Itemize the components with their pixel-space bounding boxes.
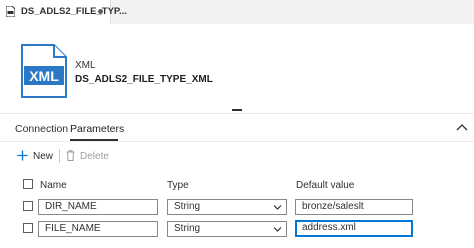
chevron-down-icon <box>273 227 282 232</box>
tabs-divider <box>0 141 474 142</box>
delete-parameter-button[interactable]: Delete <box>66 150 110 164</box>
default-value-input[interactable]: bronze/saleslt <box>295 199 413 215</box>
select-all-checkbox[interactable] <box>23 179 33 189</box>
tab-connection[interactable]: Connection <box>15 123 68 135</box>
row-checkbox[interactable] <box>23 201 33 211</box>
dataset-type-label: XML <box>75 60 96 71</box>
dataset-name: DS_ADLS2_FILE_TYPE_XML <box>75 74 213 85</box>
column-header-type: Type <box>167 180 189 191</box>
plus-icon <box>17 150 28 161</box>
unsaved-indicator-icon <box>98 9 103 14</box>
parameter-type-select[interactable]: String <box>167 199 287 215</box>
toolbar-separator <box>59 149 60 163</box>
dataset-tab-icon <box>6 6 15 17</box>
chevron-up-icon[interactable] <box>456 123 468 133</box>
xml-icon-text: XML <box>29 68 59 84</box>
document-tab-bar: DS_ADLS2_FILE_TYP... <box>0 0 474 24</box>
column-header-default-value: Default value <box>296 180 355 191</box>
parameter-name-input[interactable]: DIR_NAME <box>38 199 158 215</box>
row-checkbox[interactable] <box>23 223 33 233</box>
new-parameter-button[interactable]: New <box>17 150 57 164</box>
new-button-label: New <box>33 151 54 162</box>
default-value-input[interactable]: address.xml <box>295 220 413 237</box>
pane-divider <box>0 113 474 114</box>
xml-file-icon: XML <box>21 44 67 98</box>
dataset-tab-title: DS_ADLS2_FILE_TYP... <box>21 6 127 17</box>
type-select-value: String <box>174 201 201 212</box>
type-select-value: String <box>174 223 201 234</box>
dataset-tab[interactable]: DS_ADLS2_FILE_TYP... <box>0 0 127 24</box>
parameter-type-select[interactable]: String <box>167 221 287 237</box>
chevron-down-icon <box>273 205 282 210</box>
column-header-name: Name <box>40 180 67 191</box>
tab-parameters[interactable]: Parameters <box>70 123 124 135</box>
splitter-handle[interactable] <box>232 109 242 111</box>
delete-button-label: Delete <box>80 151 109 162</box>
parameter-name-input[interactable]: FILE_NAME <box>38 221 158 237</box>
trash-icon <box>66 150 75 161</box>
